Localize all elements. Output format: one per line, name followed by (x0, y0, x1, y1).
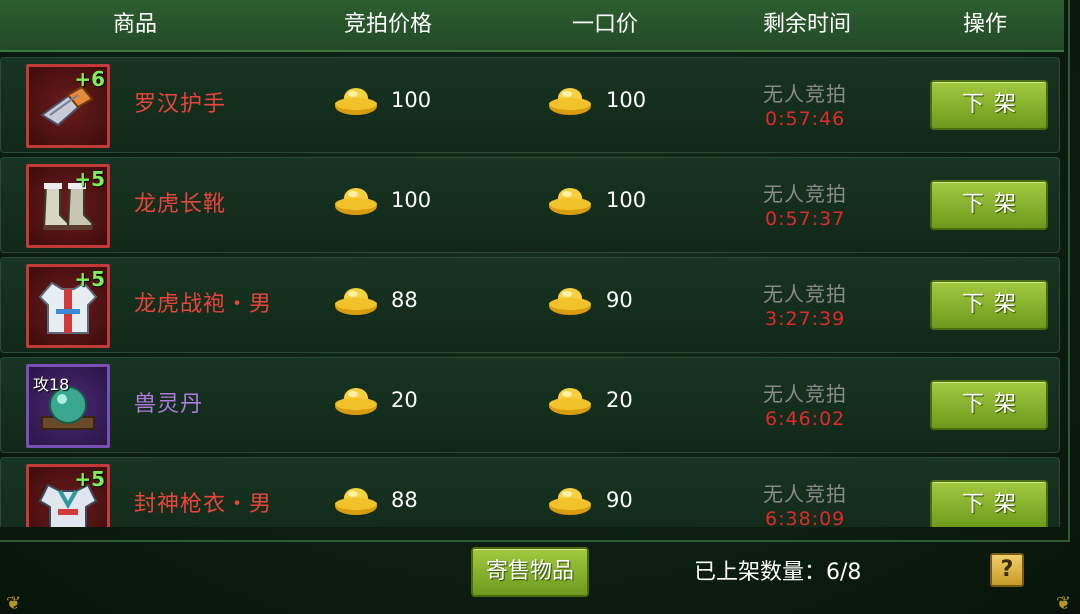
gold-ingot-icon (335, 88, 377, 115)
bid-price: 88 (391, 288, 418, 312)
gold-ingot-icon (549, 188, 591, 215)
gold-ingot-icon (335, 188, 377, 215)
consign-item-button[interactable]: 寄售物品 (471, 547, 589, 597)
table-row: +5 龙虎长靴 100 100 无人竞拍 0:57:37 下架 (0, 157, 1060, 253)
item-name: 兽灵丹 (134, 392, 204, 417)
gold-ingot-icon (549, 88, 591, 115)
gold-ingot-icon (335, 288, 377, 315)
enhance-level: +6 (74, 67, 105, 91)
gold-ingot-icon (549, 488, 591, 515)
buyout-price: 100 (606, 188, 647, 212)
item-slot[interactable]: +5 (26, 464, 110, 527)
delist-button[interactable]: 下架 (930, 80, 1048, 130)
buyout-price: 90 (606, 288, 633, 312)
gold-ingot-icon (335, 388, 377, 415)
bid-status: 无人竞拍 (763, 82, 847, 106)
bid-price: 88 (391, 488, 418, 512)
attack-stat: 攻18 (33, 375, 70, 394)
header-item: 商品 (112, 12, 157, 37)
table-header: 商品 竞拍价格 一口价 剩余时间 操作 (0, 0, 1064, 52)
table-row: +6 罗汉护手 100 100 无人竞拍 0:57:46 下架 (0, 57, 1060, 153)
buyout-price: 90 (606, 488, 633, 512)
header-time-left: 剩余时间 (762, 12, 851, 37)
gold-ingot-icon (549, 388, 591, 415)
time-left: 6:38:09 (765, 508, 846, 527)
buyout-price: 20 (606, 388, 633, 412)
corner-ornament-icon: ❦ (1056, 593, 1072, 614)
item-slot[interactable]: +5 (26, 264, 110, 348)
bid-price: 20 (391, 388, 418, 412)
gold-ingot-icon (549, 288, 591, 315)
buyout-price: 100 (606, 88, 647, 112)
gold-ingot-icon (335, 488, 377, 515)
enhance-level: +5 (74, 467, 105, 491)
item-name: 龙虎战袍・男 (134, 292, 273, 317)
header-action: 操作 (962, 12, 1007, 37)
time-left: 0:57:46 (765, 108, 846, 130)
corner-ornament-icon: ❦ (6, 593, 22, 614)
header-bid-price: 竞拍价格 (343, 12, 432, 37)
delist-button[interactable]: 下架 (930, 380, 1048, 430)
item-name: 龙虎长靴 (134, 192, 227, 217)
bid-status: 无人竞拍 (763, 382, 847, 406)
item-name: 封神枪衣・男 (134, 492, 273, 517)
row-clip: +5 封神枪衣・男 88 90 无人竞拍 6:38:09 下架 (0, 450, 1064, 527)
enhance-level: +5 (74, 267, 105, 291)
bid-price: 100 (391, 88, 432, 112)
delist-button[interactable]: 下架 (930, 280, 1048, 330)
time-left: 0:57:37 (765, 208, 846, 230)
bid-status: 无人竞拍 (763, 482, 847, 506)
help-button[interactable]: ? (990, 553, 1024, 587)
table-row: +5 龙虎战袍・男 88 90 无人竞拍 3:27:39 下架 (0, 257, 1060, 353)
time-left: 6:46:02 (765, 408, 846, 430)
bid-price: 100 (391, 188, 432, 212)
bid-status: 无人竞拍 (763, 182, 847, 206)
table-row: 攻18 兽灵丹 20 20 无人竞拍 6:46:02 下架 (0, 357, 1060, 453)
item-name: 罗汉护手 (134, 92, 227, 117)
delist-button[interactable]: 下架 (930, 180, 1048, 230)
listed-count: 已上架数量：6/8 (694, 560, 862, 585)
item-slot[interactable]: 攻18 (26, 364, 110, 448)
bid-status: 无人竞拍 (763, 282, 847, 306)
delist-button[interactable]: 下架 (930, 480, 1048, 527)
enhance-level: +5 (74, 167, 105, 191)
time-left: 3:27:39 (765, 308, 846, 330)
item-slot[interactable]: +6 (26, 64, 110, 148)
table-row: +5 封神枪衣・男 88 90 无人竞拍 6:38:09 下架 (0, 457, 1060, 527)
item-slot[interactable]: +5 (26, 164, 110, 248)
header-buyout-price: 一口价 (571, 12, 638, 37)
